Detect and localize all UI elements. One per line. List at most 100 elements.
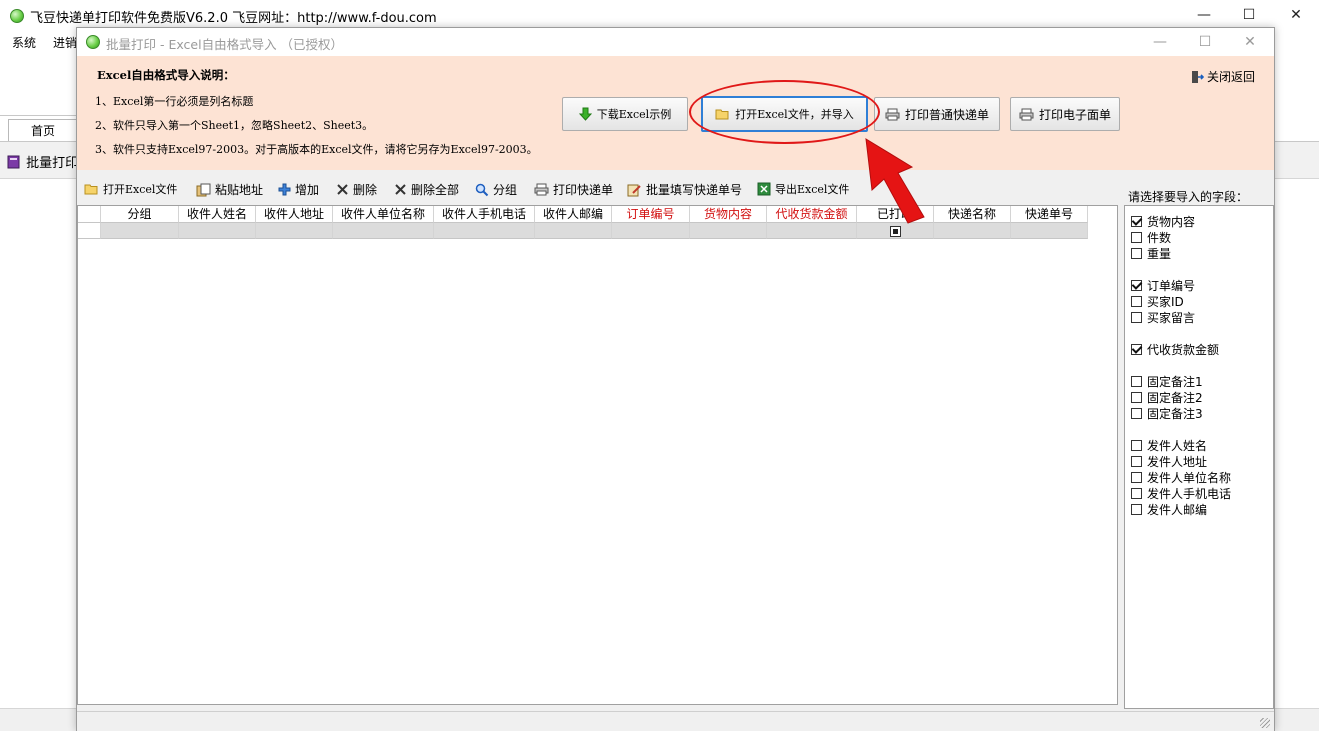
table-cell[interactable] bbox=[333, 223, 434, 239]
paste-icon bbox=[196, 183, 211, 196]
checkbox[interactable] bbox=[1131, 472, 1142, 483]
table-cell[interactable] bbox=[256, 223, 333, 239]
field-checkbox-item[interactable]: 发件人手机电话 bbox=[1131, 485, 1231, 502]
table-cell[interactable] bbox=[612, 223, 690, 239]
column-header[interactable]: 货物内容 bbox=[690, 206, 767, 223]
field-checkbox-item[interactable]: 固定备注2 bbox=[1131, 389, 1203, 406]
maximize-button[interactable]: ☐ bbox=[1226, 0, 1272, 30]
row-header-cell[interactable] bbox=[78, 223, 101, 239]
checkbox[interactable] bbox=[1131, 344, 1142, 355]
column-header[interactable]: 收件人姓名 bbox=[179, 206, 256, 223]
toolbar-delete-button[interactable]: 删除 bbox=[336, 181, 377, 198]
resize-grip-icon[interactable] bbox=[1260, 718, 1270, 728]
table-cell[interactable] bbox=[434, 223, 535, 239]
table-cell[interactable] bbox=[690, 223, 767, 239]
minimize-button[interactable]: — bbox=[1181, 0, 1227, 30]
field-label: 发件人手机电话 bbox=[1147, 487, 1232, 501]
dialog-maximize-button[interactable]: ☐ bbox=[1182, 27, 1228, 57]
sidebar-item-batch-print[interactable]: 批量打印 bbox=[6, 152, 78, 171]
close-return-link[interactable]: 关闭返回 bbox=[1190, 68, 1255, 85]
column-header[interactable]: 收件人邮编 bbox=[535, 206, 612, 223]
toolbar-print-button[interactable]: 打印快递单 bbox=[534, 181, 613, 198]
table-cell[interactable] bbox=[1011, 223, 1088, 239]
field-checkbox-item[interactable]: 货物内容 bbox=[1131, 213, 1195, 230]
column-header[interactable]: 收件人单位名称 bbox=[333, 206, 434, 223]
table-cell[interactable] bbox=[535, 223, 612, 239]
table-cell[interactable] bbox=[857, 223, 934, 239]
field-checkbox-item[interactable]: 件数 bbox=[1131, 229, 1171, 246]
table-row[interactable] bbox=[78, 223, 1088, 239]
field-label: 件数 bbox=[1147, 231, 1172, 245]
printed-checkbox[interactable] bbox=[889, 226, 901, 237]
menu-item-inventory[interactable]: 进销 bbox=[53, 34, 77, 51]
field-checkbox-item[interactable]: 固定备注1 bbox=[1131, 373, 1203, 390]
field-checkbox-item[interactable]: 买家ID bbox=[1131, 293, 1184, 310]
checkbox[interactable] bbox=[1131, 440, 1142, 451]
toolbar-paste-address-button[interactable]: 粘贴地址 bbox=[196, 181, 263, 198]
checkbox[interactable] bbox=[1131, 456, 1142, 467]
table-cell[interactable] bbox=[101, 223, 179, 239]
field-label: 买家留言 bbox=[1147, 311, 1196, 325]
checkbox[interactable] bbox=[1131, 280, 1142, 291]
toolbar-batch-fill-button[interactable]: 批量填写快递单号 bbox=[627, 181, 742, 198]
checkbox[interactable] bbox=[1131, 488, 1142, 499]
checkbox[interactable] bbox=[1131, 216, 1142, 227]
field-checkbox-item[interactable]: 重量 bbox=[1131, 245, 1171, 262]
dialog-minimize-button[interactable]: — bbox=[1137, 27, 1183, 57]
data-grid[interactable]: 分组 收件人姓名 收件人地址 收件人单位名称 收件人手机电话 收件人邮编 订单编号 货物内容代… bbox=[77, 205, 1118, 705]
checkbox[interactable] bbox=[1131, 504, 1142, 515]
table-cell[interactable] bbox=[934, 223, 1011, 239]
grid-header: 分组 收件人姓名 收件人地址 收件人单位名称 收件人手机电话 收件人邮编 订单编号 货物内容代… bbox=[78, 206, 1088, 223]
field-checkbox-item[interactable]: 固定备注3 bbox=[1131, 405, 1203, 422]
plus-icon bbox=[278, 183, 291, 196]
tab-home[interactable]: 首页 bbox=[8, 119, 78, 142]
field-checkbox-item[interactable]: 发件人地址 bbox=[1131, 453, 1207, 470]
grid-corner-cell[interactable] bbox=[78, 206, 101, 223]
field-checkbox-item[interactable]: 订单编号 bbox=[1131, 277, 1195, 294]
checkbox[interactable] bbox=[1131, 232, 1142, 243]
fields-label: 请选择要导入的字段： bbox=[1128, 190, 1249, 204]
field-label: 订单编号 bbox=[1147, 279, 1196, 293]
field-checkbox-item[interactable]: 发件人姓名 bbox=[1131, 437, 1207, 454]
checkbox[interactable] bbox=[1131, 296, 1142, 307]
column-header[interactable]: 快递名称 bbox=[934, 206, 1011, 223]
close-button[interactable]: ✕ bbox=[1273, 0, 1319, 30]
toolbar-export-excel-button[interactable]: 导出Excel文件 bbox=[757, 181, 849, 197]
annotation-arrow bbox=[865, 138, 925, 224]
print-electronic-button[interactable]: 打印电子面单 bbox=[1010, 97, 1120, 131]
field-label: 买家ID bbox=[1147, 295, 1184, 309]
printer-icon bbox=[885, 108, 900, 120]
toolbar-add-button[interactable]: 增加 bbox=[278, 181, 319, 198]
column-header[interactable]: 订单编号 bbox=[612, 206, 690, 223]
menu-item-system[interactable]: 系统 bbox=[12, 34, 36, 51]
table-cell[interactable] bbox=[767, 223, 857, 239]
field-checkbox-item[interactable]: 发件人单位名称 bbox=[1131, 469, 1231, 486]
field-checkbox-item[interactable]: 发件人邮编 bbox=[1131, 501, 1207, 518]
checkbox[interactable] bbox=[1131, 392, 1142, 403]
download-example-button[interactable]: 下载Excel示例 bbox=[562, 97, 688, 131]
field-checkbox-item[interactable]: 买家留言 bbox=[1131, 309, 1195, 326]
checkbox[interactable] bbox=[1131, 248, 1142, 259]
column-header[interactable]: 收件人手机电话 bbox=[434, 206, 535, 223]
toolbar-open-excel-button[interactable]: 打开Excel文件 bbox=[84, 181, 177, 197]
app-logo-icon bbox=[10, 9, 24, 23]
dialog-close-button[interactable]: ✕ bbox=[1227, 27, 1273, 57]
instructions-panel: Excel自由格式导入说明： 1、Excel第一行必须是列名标题 2、软件只导入… bbox=[77, 56, 1274, 170]
app-title: 飞豆快递单打印软件免费版V6.2.0 飞豆网址：http://www.f-dou… bbox=[30, 11, 437, 26]
checkbox[interactable] bbox=[1131, 376, 1142, 387]
toolbar-delete-all-button[interactable]: 删除全部 bbox=[394, 181, 459, 198]
checkbox[interactable] bbox=[1131, 408, 1142, 419]
field-checkbox-item[interactable]: 代收货款金额 bbox=[1131, 341, 1219, 358]
column-header[interactable]: 分组 bbox=[101, 206, 179, 223]
column-header[interactable]: 代收货款金额 bbox=[767, 206, 857, 223]
sidebar-item-label: 批量打印 bbox=[26, 156, 79, 171]
column-header[interactable]: 收件人地址 bbox=[256, 206, 333, 223]
column-header[interactable]: 快递单号 bbox=[1011, 206, 1088, 223]
field-label: 固定备注3 bbox=[1147, 407, 1203, 421]
table-cell[interactable] bbox=[179, 223, 256, 239]
batch-print-dialog: 批量打印 - Excel自由格式导入 （已授权） — ☐ ✕ Excel自由格式… bbox=[76, 27, 1275, 731]
checkbox[interactable] bbox=[1131, 312, 1142, 323]
print-normal-button[interactable]: 打印普通快递单 bbox=[874, 97, 1000, 131]
dialog-status-bar bbox=[77, 711, 1274, 731]
toolbar-group-button[interactable]: 分组 bbox=[475, 181, 517, 198]
